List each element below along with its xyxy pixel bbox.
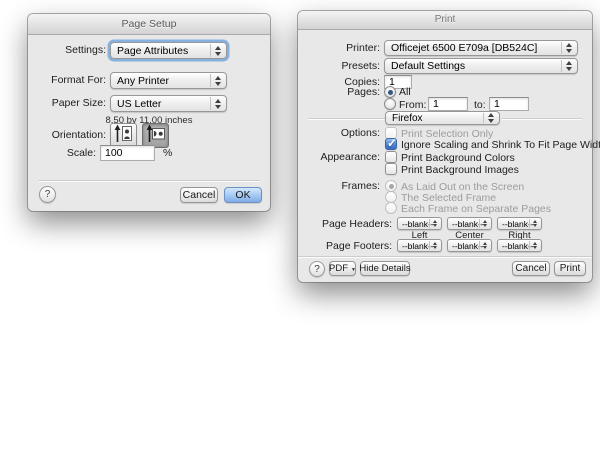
scale-input-value: 100 (105, 147, 123, 159)
help-button[interactable]: ? (309, 261, 325, 277)
format-for-popup-value: Any Printer (117, 75, 169, 87)
popup-stepper-icon (561, 42, 576, 54)
frames-separate-pages-radio (385, 202, 397, 214)
menu-arrow-icon: ▼ (351, 267, 356, 273)
pdf-menu-button-label: PDF (329, 263, 348, 274)
divider (502, 118, 582, 119)
print-section-popup-value: Firefox (392, 113, 423, 124)
popup-stepper-icon (210, 74, 225, 87)
ok-button[interactable]: OK (224, 187, 262, 203)
print-background-images-checkbox[interactable] (385, 163, 397, 175)
footer-left-popup[interactable]: --blank-- (397, 239, 442, 252)
popup-stepper-icon (210, 44, 225, 57)
pages-from-input-value: 1 (433, 98, 439, 110)
cancel-button[interactable]: Cancel (180, 187, 218, 203)
page-setup-title: Page Setup (122, 18, 177, 30)
pages-from-label: From: (399, 99, 426, 111)
popup-stepper-icon (479, 241, 490, 250)
scale-label: Scale: (28, 145, 96, 161)
popup-stepper-icon (479, 219, 490, 228)
divider (298, 256, 592, 257)
frames-label: Frames: (298, 180, 380, 192)
printer-popup-value: Officejet 6500 E709a [DB524C] (391, 42, 537, 54)
format-for-label: Format For: (28, 72, 106, 89)
popup-stepper-icon (210, 97, 225, 110)
presets-popup-value: Default Settings (391, 60, 465, 72)
pages-all-label: All (399, 86, 411, 98)
popup-stepper-icon (561, 60, 576, 72)
print-title: Print (435, 14, 456, 25)
divider (308, 118, 385, 119)
presets-popup[interactable]: Default Settings (384, 58, 578, 74)
appearance-label: Appearance: (298, 151, 380, 163)
frames-separate-pages-label: Each Frame on Separate Pages (401, 203, 551, 215)
format-for-popup[interactable]: Any Printer (110, 72, 227, 89)
cancel-button[interactable]: Cancel (512, 261, 550, 276)
options-label: Options: (298, 127, 380, 139)
popup-stepper-icon (429, 241, 440, 250)
footer-center-popup[interactable]: --blank-- (447, 239, 492, 252)
ignore-scaling-label: Ignore Scaling and Shrink To Fit Page Wi… (401, 139, 600, 151)
settings-popup[interactable]: Page Attributes (110, 42, 227, 59)
page-setup-dialog: Page Setup Settings: Page Attributes For… (28, 14, 270, 211)
pages-from-input[interactable]: 1 (428, 97, 468, 111)
help-button-label: ? (45, 189, 51, 200)
header-right-popup[interactable]: --blank-- (497, 217, 542, 230)
help-button-label: ? (314, 264, 320, 275)
printer-popup[interactable]: Officejet 6500 E709a [DB524C] (384, 40, 578, 56)
paper-size-label: Paper Size: (28, 95, 106, 112)
popup-stepper-icon (529, 241, 540, 250)
help-button[interactable]: ? (39, 186, 56, 203)
ok-button-label: OK (235, 189, 250, 201)
cancel-button-label: Cancel (183, 189, 216, 201)
print-background-colors-checkbox[interactable] (385, 151, 397, 163)
pages-all-radio[interactable] (384, 86, 396, 98)
hide-details-button-label: Hide Details (359, 263, 410, 274)
print-background-colors-label: Print Background Colors (401, 152, 515, 164)
paper-size-popup-value: US Letter (117, 98, 161, 110)
ignore-scaling-checkbox[interactable] (385, 138, 397, 150)
page-setup-titlebar[interactable]: Page Setup (28, 14, 270, 35)
print-background-images-label: Print Background Images (401, 164, 519, 176)
scale-input[interactable]: 100 (100, 145, 155, 161)
header-left-popup[interactable]: --blank-- (397, 217, 442, 230)
pages-to-input-value: 1 (494, 98, 500, 110)
cancel-button-label: Cancel (515, 263, 546, 274)
orientation-label: Orientation: (28, 127, 106, 144)
pages-label: Pages: (298, 86, 380, 98)
pages-from-radio[interactable] (384, 98, 396, 110)
pages-to-input[interactable]: 1 (489, 97, 529, 111)
popup-stepper-icon (529, 219, 540, 228)
page-footers-label: Page Footers: (298, 240, 392, 253)
print-titlebar[interactable]: Print (298, 11, 592, 30)
popup-stepper-icon (429, 219, 440, 228)
paper-size-popup[interactable]: US Letter (110, 95, 227, 112)
footer-right-popup[interactable]: --blank-- (497, 239, 542, 252)
pages-to-label: to: (474, 99, 486, 111)
hide-details-button[interactable]: Hide Details (360, 261, 410, 276)
scale-unit: % (163, 147, 172, 159)
print-button-label: Print (560, 263, 581, 274)
settings-label: Settings: (28, 42, 106, 59)
print-dialog: Print Printer: Officejet 6500 E709a [DB5… (298, 11, 592, 282)
print-button[interactable]: Print (554, 261, 586, 276)
pdf-menu-button[interactable]: PDF ▼ (329, 261, 356, 276)
divider (38, 180, 260, 181)
printer-label: Printer: (298, 40, 380, 56)
popup-stepper-icon (483, 113, 498, 123)
header-center-popup[interactable]: --blank-- (447, 217, 492, 230)
page-headers-label: Page Headers: (298, 218, 392, 231)
presets-label: Presets: (298, 58, 380, 74)
print-section-popup[interactable]: Firefox (385, 111, 500, 125)
settings-popup-value: Page Attributes (117, 45, 188, 57)
